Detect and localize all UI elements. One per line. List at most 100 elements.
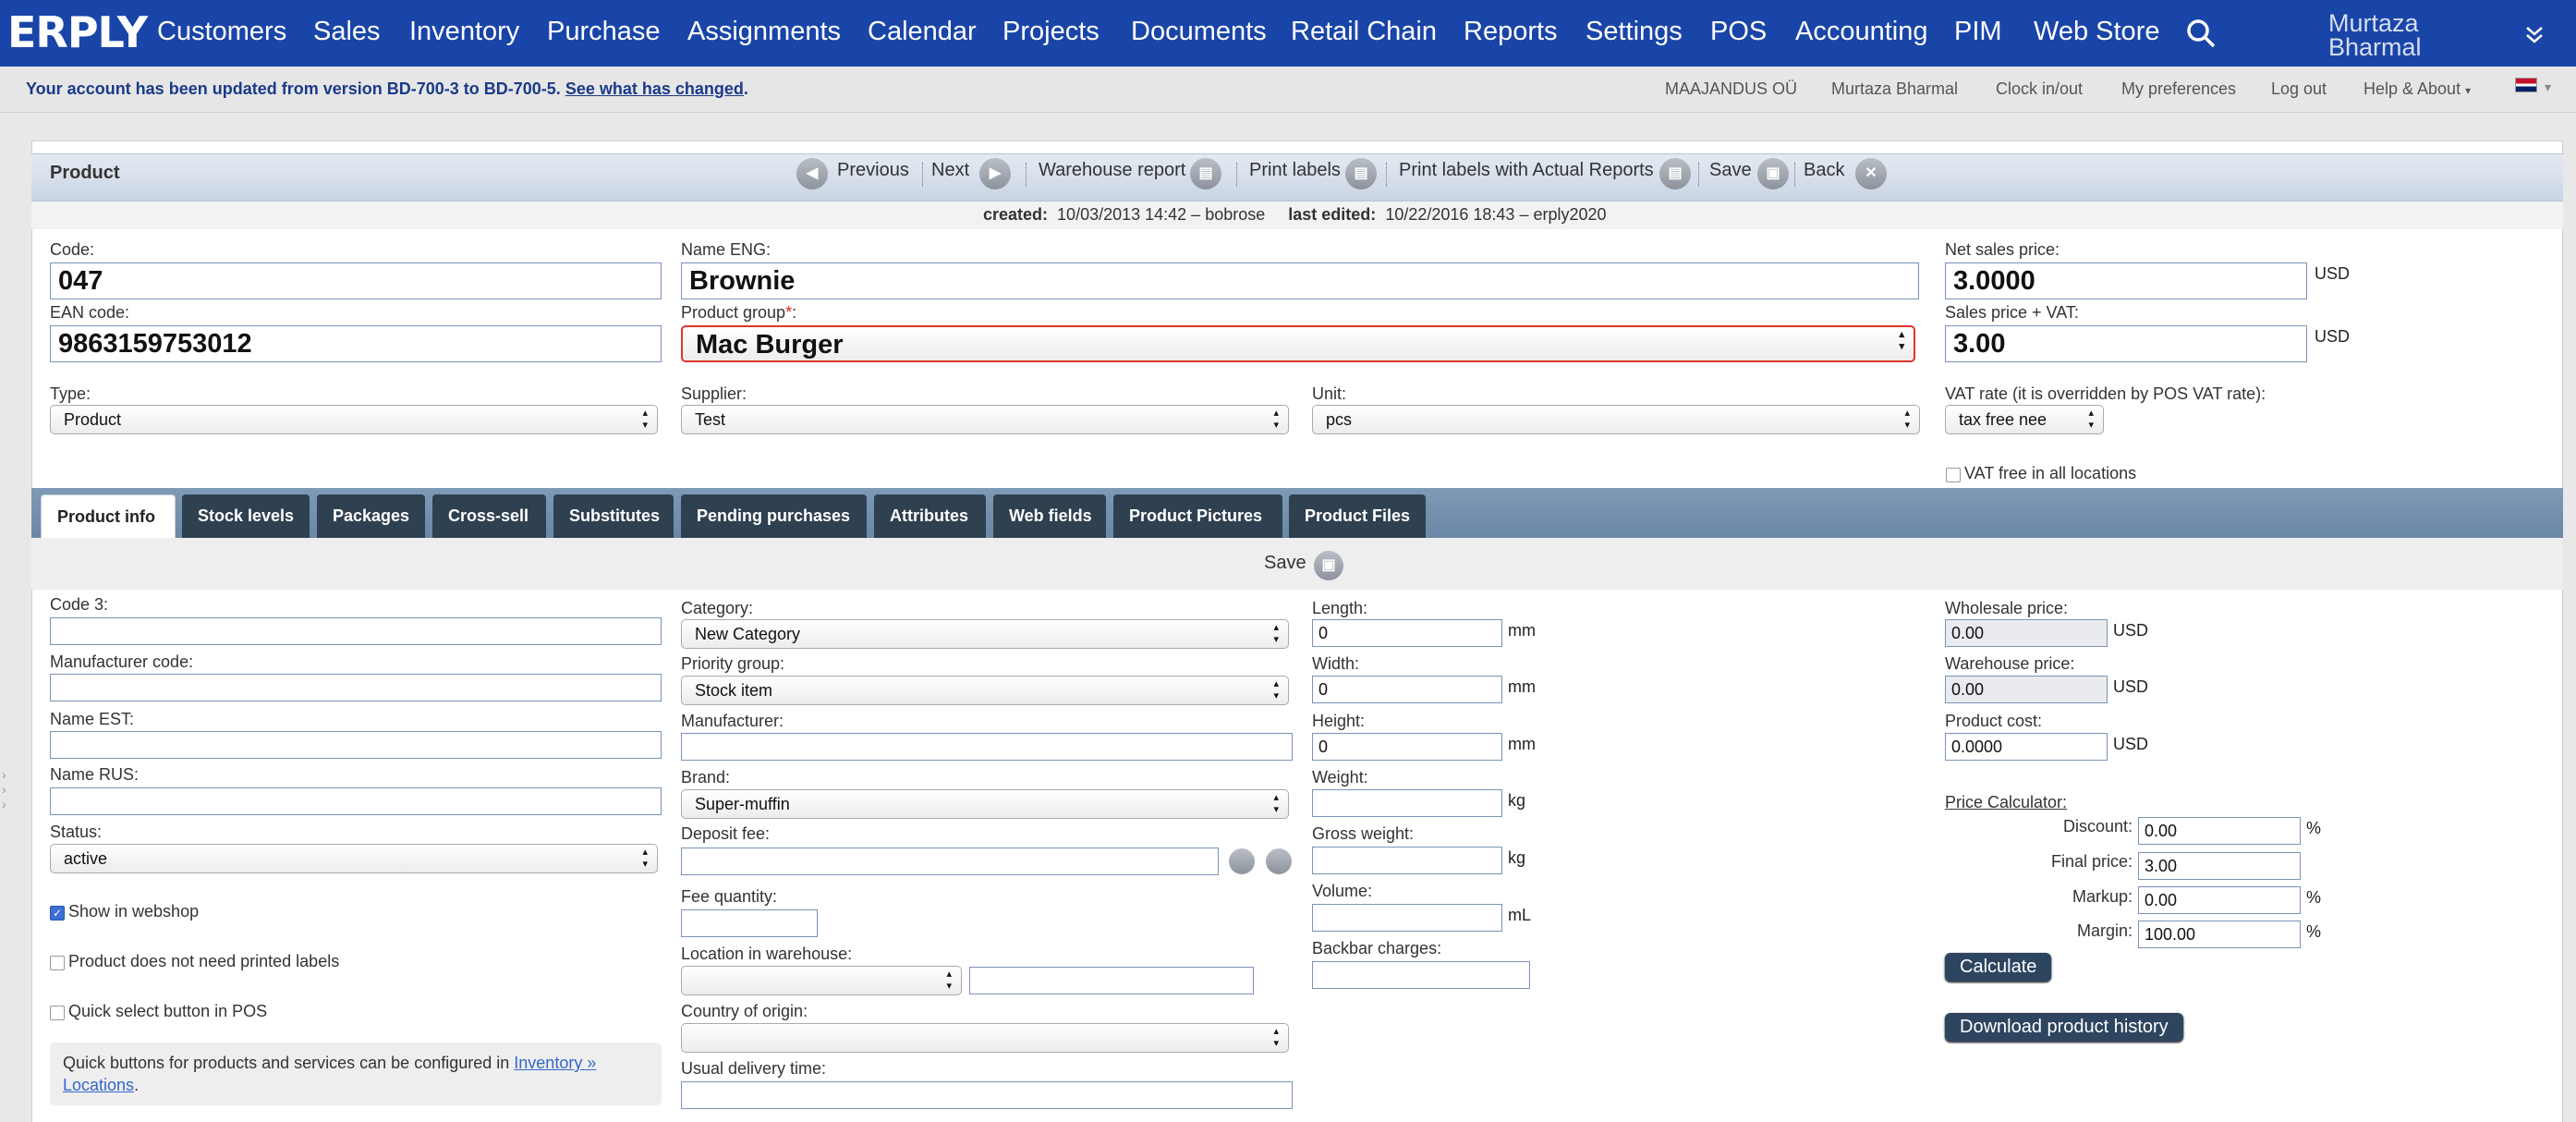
erply-logo[interactable]: ERPLY	[7, 7, 148, 57]
calculate-button[interactable]: Calculate	[1945, 953, 2052, 982]
nav-documents[interactable]: Documents	[1131, 17, 1267, 47]
nav-inventory[interactable]: Inventory	[409, 17, 519, 47]
tab-substitutes[interactable]: Substitutes	[553, 494, 674, 538]
nav-customers[interactable]: Customers	[157, 17, 286, 47]
nav-settings[interactable]: Settings	[1586, 17, 1683, 47]
tab-product-files[interactable]: Product Files	[1289, 494, 1426, 538]
search-icon[interactable]	[2184, 17, 2218, 50]
height-input[interactable]: 0	[1312, 733, 1502, 761]
tab-product-info[interactable]: Product info	[41, 494, 176, 538]
user-name[interactable]: Murtaza Bharmal	[2328, 11, 2439, 60]
deposit-fee-input[interactable]	[681, 848, 1219, 875]
user-link[interactable]: Murtaza Bharmal	[1831, 79, 1958, 99]
width-input[interactable]: 0	[1312, 676, 1502, 703]
vat-rate-select[interactable]: tax free nee	[1945, 405, 2104, 434]
tab-save-button[interactable]: Save	[1264, 553, 1306, 574]
chevron-double-down-icon[interactable]	[2522, 22, 2546, 46]
vat-free-checkbox[interactable]	[1946, 468, 1961, 482]
margin-input[interactable]: 100.00	[2138, 921, 2301, 948]
location-warehouse-input[interactable]	[969, 967, 1254, 994]
wholesale-price-input[interactable]: 0.00	[1945, 619, 2108, 647]
back-button[interactable]: Back	[1804, 160, 1844, 181]
warehouse-price-input[interactable]: 0.00	[1945, 676, 2108, 703]
gross-weight-input[interactable]	[1312, 847, 1502, 874]
nav-retail-chain[interactable]: Retail Chain	[1291, 17, 1437, 47]
sidebar-grip-icon[interactable]: › › ›	[2, 767, 6, 811]
print-labels-actual-button[interactable]: Print labels with Actual Reports	[1399, 160, 1654, 181]
nav-web-store[interactable]: Web Store	[2034, 17, 2159, 47]
usual-delivery-input[interactable]	[681, 1081, 1293, 1109]
tab-web-fields[interactable]: Web fields	[993, 494, 1106, 538]
save-icon[interactable]: ▣	[1314, 551, 1343, 580]
tab-cross-sell[interactable]: Cross-sell	[432, 494, 546, 538]
nav-sales[interactable]: Sales	[313, 17, 381, 47]
type-select[interactable]: Product	[50, 405, 658, 434]
save-icon[interactable]: ▣	[1757, 158, 1789, 189]
language-chevron-icon[interactable]: ▾	[2545, 79, 2551, 95]
nav-purchase[interactable]: Purchase	[547, 17, 661, 47]
code3-input[interactable]	[50, 617, 662, 645]
code-input[interactable]: 047	[50, 262, 662, 299]
nav-calendar[interactable]: Calendar	[868, 17, 977, 47]
product-group-select[interactable]: Mac Burger	[681, 325, 1915, 362]
volume-input[interactable]	[1312, 904, 1502, 932]
nav-assignments[interactable]: Assignments	[687, 17, 841, 47]
quick-select-checkbox[interactable]	[50, 1006, 65, 1020]
category-select[interactable]: New Category	[681, 619, 1289, 649]
download-history-button[interactable]: Download product history	[1945, 1013, 2183, 1042]
show-in-webshop-checkbox[interactable]: ✓	[50, 906, 65, 921]
nav-projects[interactable]: Projects	[1002, 17, 1100, 47]
tab-packages[interactable]: Packages	[317, 494, 425, 538]
tab-attributes[interactable]: Attributes	[874, 494, 986, 538]
supplier-select[interactable]: Test	[681, 405, 1289, 434]
no-printed-labels-checkbox[interactable]	[50, 956, 65, 970]
name-est-input[interactable]	[50, 731, 662, 759]
print-icon[interactable]: ▤	[1190, 158, 1221, 189]
tab-product-pictures[interactable]: Product Pictures	[1113, 494, 1282, 538]
nav-pos[interactable]: POS	[1710, 17, 1767, 47]
markup-input[interactable]: 0.00	[2138, 886, 2301, 914]
previous-arrow-icon[interactable]: ◀	[796, 158, 828, 189]
preferences-link[interactable]: My preferences	[2121, 79, 2236, 99]
weight-input[interactable]	[1312, 789, 1502, 817]
close-icon[interactable]: ✕	[1855, 158, 1887, 189]
nav-accounting[interactable]: Accounting	[1795, 17, 1928, 47]
manufacturer-input[interactable]	[681, 733, 1293, 761]
ean-input[interactable]: 9863159753012	[50, 325, 662, 362]
add-icon[interactable]	[1266, 848, 1292, 874]
location-warehouse-select[interactable]	[681, 966, 962, 995]
name-rus-input[interactable]	[50, 787, 662, 815]
previous-button[interactable]: Previous	[837, 160, 909, 181]
clock-in-out-link[interactable]: Clock in/out	[1996, 79, 2083, 99]
print-icon[interactable]: ▤	[1659, 158, 1691, 189]
brand-select[interactable]: Super-muffin	[681, 789, 1289, 819]
next-arrow-icon[interactable]: ▶	[979, 158, 1011, 189]
tab-pending-purchases[interactable]: Pending purchases	[681, 494, 867, 538]
nav-pim[interactable]: PIM	[1954, 17, 2002, 47]
warehouse-report-button[interactable]: Warehouse report	[1039, 160, 1185, 181]
manufacturer-code-input[interactable]	[50, 674, 662, 701]
status-select[interactable]: active	[50, 844, 658, 873]
next-button[interactable]: Next	[931, 160, 969, 181]
search-icon[interactable]	[1229, 848, 1255, 874]
save-button[interactable]: Save	[1709, 160, 1752, 181]
country-origin-select[interactable]	[681, 1023, 1289, 1053]
uk-flag-icon[interactable]	[2515, 78, 2537, 92]
net-price-input[interactable]: 3.0000	[1945, 262, 2307, 299]
fee-quantity-input[interactable]	[681, 909, 818, 937]
name-eng-input[interactable]: Brownie	[681, 262, 1919, 299]
tab-stock-levels[interactable]: Stock levels	[182, 494, 310, 538]
print-labels-button[interactable]: Print labels	[1249, 160, 1341, 181]
help-about-menu[interactable]: Help & About ▾	[2363, 79, 2471, 99]
print-icon[interactable]: ▤	[1345, 158, 1377, 189]
length-input[interactable]: 0	[1312, 619, 1502, 647]
final-price-input[interactable]: 3.00	[2138, 852, 2301, 880]
logout-link[interactable]: Log out	[2271, 79, 2327, 99]
priority-group-select[interactable]: Stock item	[681, 676, 1289, 705]
product-cost-input[interactable]: 0.0000	[1945, 733, 2108, 761]
unit-select[interactable]: pcs	[1312, 405, 1920, 434]
backbar-input[interactable]	[1312, 961, 1530, 989]
vat-price-input[interactable]: 3.00	[1945, 325, 2307, 362]
changes-link[interactable]: See what has changed	[565, 79, 744, 98]
discount-input[interactable]: 0.00	[2138, 817, 2301, 845]
